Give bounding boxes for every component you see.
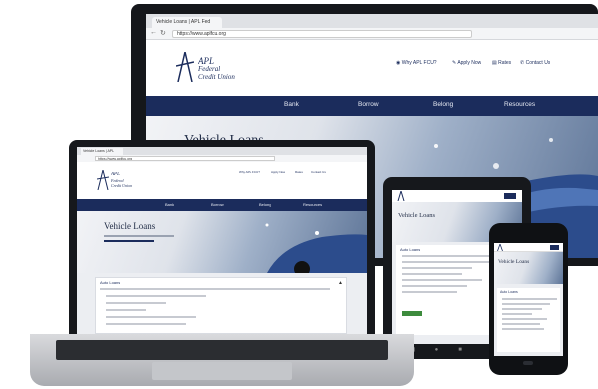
- laptop-logo-line1: APL: [111, 172, 120, 177]
- tablet-hero-title: Vehicle Loans: [398, 212, 436, 219]
- laptop-main-nav: Bank Borrow Belong Resources: [77, 199, 367, 211]
- laptop-screen: Vehicle Loans | APL https://www.aplfcu.o…: [77, 147, 367, 334]
- apply-now-link[interactable]: ✎ Apply Now: [452, 60, 481, 66]
- logo-mark-icon: [497, 244, 503, 251]
- tablet-site-header: [392, 190, 522, 202]
- tablet-panel-title: Auto Loans: [400, 247, 421, 252]
- browser-tab-bar: Vehicle Loans | APL Fed: [146, 14, 598, 28]
- text-line: [502, 308, 542, 310]
- text-line: [402, 279, 482, 281]
- collapse-icon[interactable]: ▲: [338, 280, 343, 286]
- laptop-apply-now-link[interactable]: Apply Now: [271, 170, 285, 174]
- laptop-address-bar: https://www.aplfcu.org: [77, 155, 367, 162]
- menu-icon[interactable]: [504, 193, 516, 199]
- laptop-logo-line3: Credit Union: [111, 183, 133, 188]
- laptop-why-apl-link[interactable]: Why APL FCU?: [239, 170, 260, 174]
- text-line: [106, 302, 166, 304]
- logo-mark-icon: [176, 52, 194, 82]
- laptop-contact-us-link[interactable]: Contact Us: [311, 170, 326, 174]
- text-line: [106, 323, 186, 325]
- text-line: [104, 240, 154, 242]
- laptop-nav-bank[interactable]: Bank: [165, 202, 174, 207]
- why-apl-link[interactable]: ◉ Why APL FCU?: [396, 60, 437, 66]
- text-line: [106, 295, 206, 297]
- apply-button[interactable]: [402, 311, 422, 316]
- text-line: [402, 261, 492, 263]
- phone-screen: Vehicle Loans Auto Loans: [494, 243, 563, 356]
- phone-panel-title: Auto Loans: [500, 290, 518, 294]
- rates-link[interactable]: ▤ Rates: [492, 60, 511, 66]
- text-line: [402, 267, 472, 269]
- logo[interactable]: APL Federal Credit Union: [176, 52, 256, 86]
- back-arrow-icon[interactable]: ←: [150, 29, 157, 36]
- laptop-panel: Auto Loans ▲: [95, 277, 347, 334]
- main-nav: Bank Borrow Belong Resources: [146, 96, 598, 116]
- nav-borrow[interactable]: Borrow: [358, 101, 379, 108]
- laptop-tab-bar: Vehicle Loans | APL: [77, 147, 367, 155]
- laptop-rates-link[interactable]: Rates: [295, 170, 303, 174]
- laptop-body: Auto Loans ▲: [77, 273, 367, 334]
- laptop-hero-title: Vehicle Loans: [104, 221, 156, 231]
- text-line: [502, 323, 540, 325]
- site-header: APL Federal Credit Union ◉ Why APL FCU? …: [146, 40, 598, 96]
- text-line: [402, 273, 462, 275]
- text-line: [502, 328, 544, 330]
- browser-address-bar: ← ↻ https://www.aplfcu.org: [146, 28, 598, 40]
- reload-icon[interactable]: ↻: [160, 29, 166, 37]
- laptop-trackpad: [152, 362, 292, 380]
- phone-hero: Vehicle Loans: [494, 252, 563, 284]
- logo-line2: Federal: [198, 65, 221, 73]
- phone-panel: Auto Loans: [497, 288, 560, 352]
- logo-line3: Credit Union: [198, 73, 235, 81]
- laptop-nav-belong[interactable]: Belong: [259, 202, 271, 207]
- laptop-keyboard: [56, 340, 388, 360]
- text-line: [402, 285, 467, 287]
- tablet-nav-buttons: ◀●■: [410, 347, 482, 353]
- text-line: [502, 313, 532, 315]
- contact-us-link[interactable]: ✆ Contact Us: [520, 60, 550, 66]
- text-line: [502, 318, 547, 320]
- text-line: [502, 303, 550, 305]
- phone-site-header: [494, 243, 563, 252]
- logo-mark-icon: [397, 191, 405, 201]
- text-line: [502, 298, 557, 300]
- laptop-hero: Vehicle Loans: [77, 211, 367, 273]
- text-line: [106, 309, 146, 311]
- url-field[interactable]: https://www.aplfcu.org: [172, 30, 472, 38]
- laptop-nav-borrow[interactable]: Borrow: [211, 202, 224, 207]
- laptop-url-field[interactable]: https://www.aplfcu.org: [95, 156, 275, 161]
- phone-body: Auto Loans: [494, 284, 563, 356]
- laptop-browser-tab[interactable]: Vehicle Loans | APL: [81, 148, 123, 155]
- laptop-site-header: APL Federal Credit Union Why APL FCU? Ap…: [77, 162, 367, 199]
- browser-tab[interactable]: Vehicle Loans | APL Fed: [152, 17, 222, 28]
- text-line: [104, 235, 174, 237]
- logo-mark-icon: [97, 170, 109, 190]
- laptop-panel-title: Auto Loans: [100, 280, 121, 285]
- sports-car-image: [265, 223, 367, 273]
- nav-belong[interactable]: Belong: [433, 101, 453, 108]
- text-line: [106, 316, 196, 318]
- nav-bank[interactable]: Bank: [284, 101, 299, 108]
- laptop-nav-resources[interactable]: Resources: [303, 202, 322, 207]
- nav-resources[interactable]: Resources: [504, 101, 535, 108]
- phone-hero-title: Vehicle Loans: [498, 259, 530, 265]
- text-line: [402, 291, 457, 293]
- phone-home-button[interactable]: [523, 361, 533, 365]
- text-line: [100, 288, 330, 290]
- menu-icon[interactable]: [550, 245, 559, 250]
